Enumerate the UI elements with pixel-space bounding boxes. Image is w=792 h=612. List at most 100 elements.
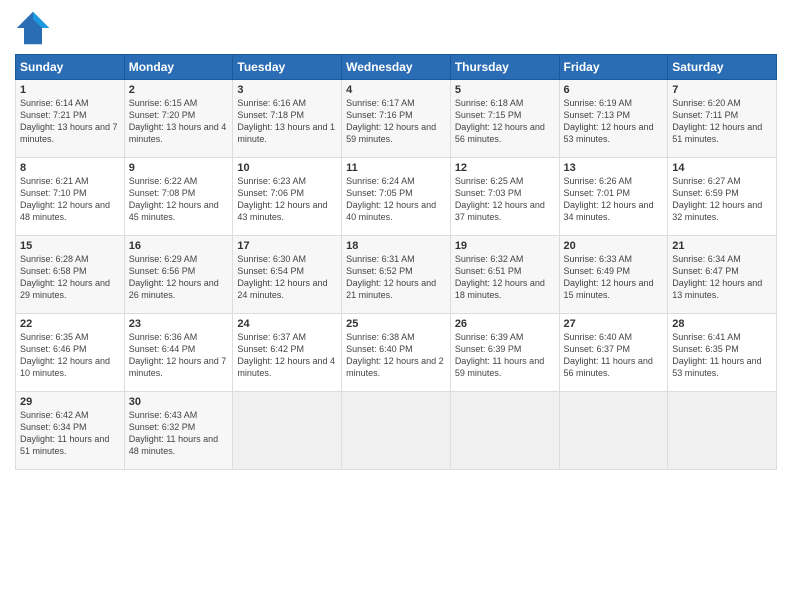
calendar-cell: 22Sunrise: 6:35 AMSunset: 6:46 PMDayligh… (16, 314, 125, 392)
day-content: Sunrise: 6:15 AMSunset: 7:20 PMDaylight:… (129, 97, 229, 146)
day-content: Sunrise: 6:18 AMSunset: 7:15 PMDaylight:… (455, 97, 555, 146)
calendar-cell: 24Sunrise: 6:37 AMSunset: 6:42 PMDayligh… (233, 314, 342, 392)
day-number: 24 (237, 318, 337, 330)
day-content: Sunrise: 6:26 AMSunset: 7:01 PMDaylight:… (564, 175, 664, 224)
calendar-cell (559, 392, 668, 470)
day-number: 7 (672, 84, 772, 96)
calendar-header-thursday: Thursday (450, 55, 559, 80)
calendar-cell (233, 392, 342, 470)
calendar-cell: 25Sunrise: 6:38 AMSunset: 6:40 PMDayligh… (342, 314, 451, 392)
calendar-cell: 29Sunrise: 6:42 AMSunset: 6:34 PMDayligh… (16, 392, 125, 470)
day-number: 5 (455, 84, 555, 96)
calendar-cell: 12Sunrise: 6:25 AMSunset: 7:03 PMDayligh… (450, 158, 559, 236)
calendar-header-friday: Friday (559, 55, 668, 80)
day-number: 13 (564, 162, 664, 174)
day-content: Sunrise: 6:27 AMSunset: 6:59 PMDaylight:… (672, 175, 772, 224)
calendar-header-saturday: Saturday (668, 55, 777, 80)
day-content: Sunrise: 6:21 AMSunset: 7:10 PMDaylight:… (20, 175, 120, 224)
calendar-table: SundayMondayTuesdayWednesdayThursdayFrid… (15, 54, 777, 470)
day-number: 25 (346, 318, 446, 330)
day-content: Sunrise: 6:31 AMSunset: 6:52 PMDaylight:… (346, 253, 446, 302)
day-number: 1 (20, 84, 120, 96)
day-number: 20 (564, 240, 664, 252)
calendar-cell: 17Sunrise: 6:30 AMSunset: 6:54 PMDayligh… (233, 236, 342, 314)
calendar-week-row: 8Sunrise: 6:21 AMSunset: 7:10 PMDaylight… (16, 158, 777, 236)
day-content: Sunrise: 6:32 AMSunset: 6:51 PMDaylight:… (455, 253, 555, 302)
day-content: Sunrise: 6:17 AMSunset: 7:16 PMDaylight:… (346, 97, 446, 146)
calendar-cell: 1Sunrise: 6:14 AMSunset: 7:21 PMDaylight… (16, 80, 125, 158)
day-content: Sunrise: 6:37 AMSunset: 6:42 PMDaylight:… (237, 331, 337, 380)
calendar-cell: 11Sunrise: 6:24 AMSunset: 7:05 PMDayligh… (342, 158, 451, 236)
day-content: Sunrise: 6:40 AMSunset: 6:37 PMDaylight:… (564, 331, 664, 380)
calendar-week-row: 22Sunrise: 6:35 AMSunset: 6:46 PMDayligh… (16, 314, 777, 392)
calendar-cell: 5Sunrise: 6:18 AMSunset: 7:15 PMDaylight… (450, 80, 559, 158)
day-number: 21 (672, 240, 772, 252)
day-content: Sunrise: 6:43 AMSunset: 6:32 PMDaylight:… (129, 409, 229, 458)
day-content: Sunrise: 6:30 AMSunset: 6:54 PMDaylight:… (237, 253, 337, 302)
day-number: 14 (672, 162, 772, 174)
day-content: Sunrise: 6:34 AMSunset: 6:47 PMDaylight:… (672, 253, 772, 302)
day-content: Sunrise: 6:33 AMSunset: 6:49 PMDaylight:… (564, 253, 664, 302)
day-content: Sunrise: 6:20 AMSunset: 7:11 PMDaylight:… (672, 97, 772, 146)
calendar-cell: 14Sunrise: 6:27 AMSunset: 6:59 PMDayligh… (668, 158, 777, 236)
calendar-cell: 9Sunrise: 6:22 AMSunset: 7:08 PMDaylight… (124, 158, 233, 236)
day-number: 23 (129, 318, 229, 330)
calendar-cell (450, 392, 559, 470)
day-number: 26 (455, 318, 555, 330)
calendar-cell: 7Sunrise: 6:20 AMSunset: 7:11 PMDaylight… (668, 80, 777, 158)
day-content: Sunrise: 6:28 AMSunset: 6:58 PMDaylight:… (20, 253, 120, 302)
day-number: 2 (129, 84, 229, 96)
day-number: 17 (237, 240, 337, 252)
calendar-cell: 4Sunrise: 6:17 AMSunset: 7:16 PMDaylight… (342, 80, 451, 158)
day-number: 18 (346, 240, 446, 252)
day-content: Sunrise: 6:19 AMSunset: 7:13 PMDaylight:… (564, 97, 664, 146)
calendar-cell: 20Sunrise: 6:33 AMSunset: 6:49 PMDayligh… (559, 236, 668, 314)
day-content: Sunrise: 6:41 AMSunset: 6:35 PMDaylight:… (672, 331, 772, 380)
calendar-cell: 18Sunrise: 6:31 AMSunset: 6:52 PMDayligh… (342, 236, 451, 314)
day-number: 10 (237, 162, 337, 174)
day-number: 30 (129, 396, 229, 408)
calendar-cell: 27Sunrise: 6:40 AMSunset: 6:37 PMDayligh… (559, 314, 668, 392)
day-number: 6 (564, 84, 664, 96)
day-content: Sunrise: 6:36 AMSunset: 6:44 PMDaylight:… (129, 331, 229, 380)
day-content: Sunrise: 6:23 AMSunset: 7:06 PMDaylight:… (237, 175, 337, 224)
day-content: Sunrise: 6:29 AMSunset: 6:56 PMDaylight:… (129, 253, 229, 302)
day-content: Sunrise: 6:16 AMSunset: 7:18 PMDaylight:… (237, 97, 337, 146)
header (15, 10, 777, 46)
calendar-cell: 13Sunrise: 6:26 AMSunset: 7:01 PMDayligh… (559, 158, 668, 236)
day-number: 15 (20, 240, 120, 252)
day-content: Sunrise: 6:25 AMSunset: 7:03 PMDaylight:… (455, 175, 555, 224)
calendar-header-sunday: Sunday (16, 55, 125, 80)
calendar-cell: 6Sunrise: 6:19 AMSunset: 7:13 PMDaylight… (559, 80, 668, 158)
calendar-header-wednesday: Wednesday (342, 55, 451, 80)
calendar-header-row: SundayMondayTuesdayWednesdayThursdayFrid… (16, 55, 777, 80)
calendar-cell: 28Sunrise: 6:41 AMSunset: 6:35 PMDayligh… (668, 314, 777, 392)
day-content: Sunrise: 6:38 AMSunset: 6:40 PMDaylight:… (346, 331, 446, 380)
day-number: 16 (129, 240, 229, 252)
calendar-cell: 8Sunrise: 6:21 AMSunset: 7:10 PMDaylight… (16, 158, 125, 236)
calendar-cell: 3Sunrise: 6:16 AMSunset: 7:18 PMDaylight… (233, 80, 342, 158)
calendar-cell (342, 392, 451, 470)
logo-icon (15, 10, 51, 46)
calendar-week-row: 29Sunrise: 6:42 AMSunset: 6:34 PMDayligh… (16, 392, 777, 470)
calendar-cell: 19Sunrise: 6:32 AMSunset: 6:51 PMDayligh… (450, 236, 559, 314)
calendar-cell: 21Sunrise: 6:34 AMSunset: 6:47 PMDayligh… (668, 236, 777, 314)
calendar-cell: 30Sunrise: 6:43 AMSunset: 6:32 PMDayligh… (124, 392, 233, 470)
day-content: Sunrise: 6:35 AMSunset: 6:46 PMDaylight:… (20, 331, 120, 380)
day-number: 4 (346, 84, 446, 96)
calendar-body: 1Sunrise: 6:14 AMSunset: 7:21 PMDaylight… (16, 80, 777, 470)
day-content: Sunrise: 6:24 AMSunset: 7:05 PMDaylight:… (346, 175, 446, 224)
day-content: Sunrise: 6:22 AMSunset: 7:08 PMDaylight:… (129, 175, 229, 224)
calendar-cell: 23Sunrise: 6:36 AMSunset: 6:44 PMDayligh… (124, 314, 233, 392)
logo (15, 10, 55, 46)
day-content: Sunrise: 6:42 AMSunset: 6:34 PMDaylight:… (20, 409, 120, 458)
calendar-cell: 26Sunrise: 6:39 AMSunset: 6:39 PMDayligh… (450, 314, 559, 392)
calendar-week-row: 1Sunrise: 6:14 AMSunset: 7:21 PMDaylight… (16, 80, 777, 158)
day-number: 11 (346, 162, 446, 174)
calendar-cell: 10Sunrise: 6:23 AMSunset: 7:06 PMDayligh… (233, 158, 342, 236)
day-number: 12 (455, 162, 555, 174)
calendar-header-tuesday: Tuesday (233, 55, 342, 80)
calendar-header-monday: Monday (124, 55, 233, 80)
calendar-cell: 16Sunrise: 6:29 AMSunset: 6:56 PMDayligh… (124, 236, 233, 314)
day-number: 8 (20, 162, 120, 174)
